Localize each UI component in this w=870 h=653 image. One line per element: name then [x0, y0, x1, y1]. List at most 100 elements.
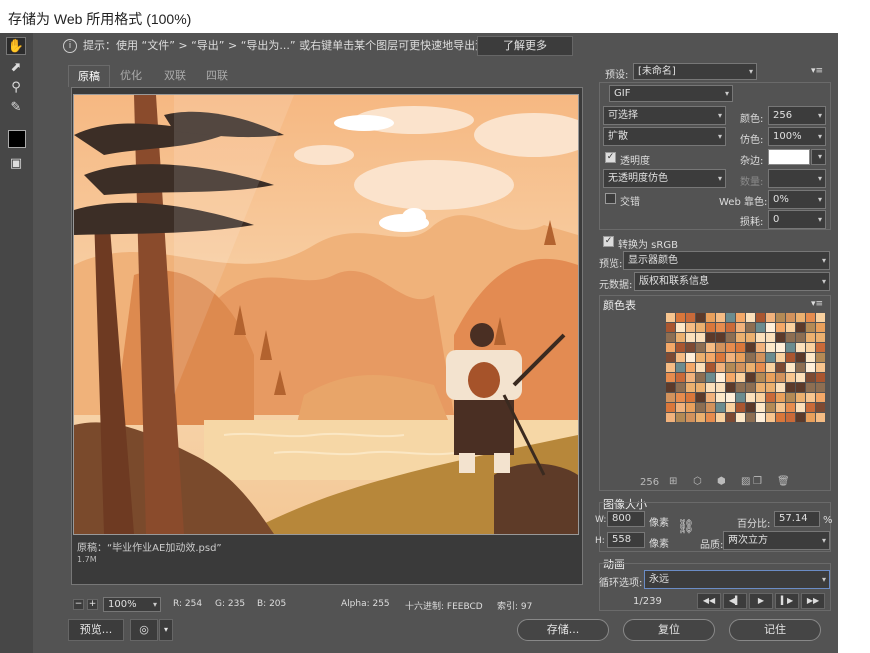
- color-table-swatch[interactable]: [676, 333, 685, 342]
- color-table-swatch[interactable]: [806, 373, 815, 382]
- color-table-swatch[interactable]: [686, 403, 695, 412]
- browser-select-icon[interactable]: ◎: [130, 619, 158, 641]
- color-table-swatch[interactable]: [706, 403, 715, 412]
- colors-select[interactable]: 256 ▾: [768, 106, 826, 125]
- color-table-swatch[interactable]: [706, 393, 715, 402]
- color-table-swatch[interactable]: [686, 353, 695, 362]
- color-table-swatch[interactable]: [716, 383, 725, 392]
- color-table-swatch[interactable]: [756, 333, 765, 342]
- color-table-swatch[interactable]: [766, 323, 775, 332]
- color-table-swatch[interactable]: [736, 343, 745, 352]
- color-table-swatch[interactable]: [696, 363, 705, 372]
- color-table-swatch[interactable]: [746, 363, 755, 372]
- color-table-swatch[interactable]: [696, 313, 705, 322]
- color-table-swatch[interactable]: [786, 333, 795, 342]
- color-table-swatch[interactable]: [726, 413, 735, 422]
- matte-dropdown[interactable]: ▾: [811, 149, 826, 165]
- color-table-swatch[interactable]: [776, 383, 785, 392]
- color-table-swatch[interactable]: [796, 333, 805, 342]
- color-table-swatch[interactable]: [696, 403, 705, 412]
- color-reduction-select[interactable]: 可选择 ▾: [603, 106, 726, 125]
- color-table-swatch[interactable]: [796, 323, 805, 332]
- color-table-swatch[interactable]: [726, 403, 735, 412]
- tab-4-up[interactable]: 四联: [196, 65, 238, 87]
- color-table-swatch[interactable]: [666, 353, 675, 362]
- percent-field[interactable]: 57.14: [774, 511, 820, 527]
- color-table-swatch[interactable]: [796, 373, 805, 382]
- color-table-swatch[interactable]: [676, 363, 685, 372]
- color-table-swatch[interactable]: [686, 363, 695, 372]
- color-table-swatch[interactable]: [816, 353, 825, 362]
- color-table-swatch[interactable]: [696, 343, 705, 352]
- color-table-swatch[interactable]: [676, 383, 685, 392]
- color-table-swatch[interactable]: [726, 393, 735, 402]
- preview-image[interactable]: [73, 94, 594, 535]
- color-table-swatch[interactable]: [766, 383, 775, 392]
- amount-select[interactable]: ▾: [768, 169, 826, 188]
- color-table-swatch[interactable]: [776, 343, 785, 352]
- color-table-swatch[interactable]: [786, 323, 795, 332]
- web-safe-icon[interactable]: ⬢: [717, 476, 726, 487]
- color-table-swatch[interactable]: [706, 313, 715, 322]
- color-table-swatch[interactable]: [786, 363, 795, 372]
- color-table-swatch[interactable]: [726, 363, 735, 372]
- color-table-swatch[interactable]: [736, 313, 745, 322]
- color-table-swatch[interactable]: [816, 383, 825, 392]
- hand-tool-icon[interactable]: ✋: [6, 37, 26, 55]
- color-table-swatch[interactable]: [716, 363, 725, 372]
- color-table-swatch[interactable]: [766, 393, 775, 402]
- color-table-swatch[interactable]: [796, 413, 805, 422]
- color-table-swatch[interactable]: [686, 313, 695, 322]
- color-table-swatch[interactable]: [816, 333, 825, 342]
- play-icon[interactable]: ▶: [749, 593, 773, 609]
- color-table-swatch[interactable]: [736, 373, 745, 382]
- transparency-checkbox[interactable]: ✓: [605, 152, 616, 163]
- color-table-swatch[interactable]: [686, 323, 695, 332]
- color-table-swatch[interactable]: [716, 373, 725, 382]
- color-table-swatch[interactable]: [746, 353, 755, 362]
- color-table-swatch[interactable]: [736, 393, 745, 402]
- color-table-swatch[interactable]: [716, 313, 725, 322]
- color-table-swatch[interactable]: [816, 363, 825, 372]
- color-table-swatch[interactable]: [776, 413, 785, 422]
- color-table-swatch[interactable]: [696, 383, 705, 392]
- color-table-swatch[interactable]: [686, 383, 695, 392]
- color-table-swatch[interactable]: [696, 333, 705, 342]
- previous-frame-icon[interactable]: ◀▍: [723, 593, 747, 609]
- color-table-swatch[interactable]: [716, 333, 725, 342]
- color-table-swatch[interactable]: [776, 353, 785, 362]
- color-table-swatch[interactable]: [756, 363, 765, 372]
- color-table-swatch[interactable]: [756, 353, 765, 362]
- color-table-swatch[interactable]: [806, 343, 815, 352]
- zoom-out-button[interactable]: −: [73, 599, 84, 610]
- interlaced-checkbox[interactable]: [605, 193, 616, 204]
- color-table-swatch[interactable]: [736, 383, 745, 392]
- color-table-swatch[interactable]: [696, 393, 705, 402]
- color-table-swatch[interactable]: [786, 353, 795, 362]
- color-table-swatch[interactable]: [756, 403, 765, 412]
- color-table-swatch[interactable]: [776, 363, 785, 372]
- color-table-swatch[interactable]: [726, 313, 735, 322]
- color-table-swatch[interactable]: [806, 323, 815, 332]
- color-table-swatch[interactable]: [676, 403, 685, 412]
- color-table-swatch[interactable]: [776, 313, 785, 322]
- color-table-swatch[interactable]: [676, 353, 685, 362]
- color-table-swatch[interactable]: [756, 383, 765, 392]
- eyedropper-color-swatch[interactable]: [8, 130, 26, 148]
- color-table-swatch[interactable]: [696, 323, 705, 332]
- color-table-swatch[interactable]: [666, 313, 675, 322]
- metadata-select[interactable]: 版权和联系信息 ▾: [634, 272, 830, 291]
- preset-menu-icon[interactable]: ▾≡: [811, 66, 823, 76]
- preview-in-browser-button[interactable]: 预览...: [68, 619, 124, 641]
- color-table-swatch[interactable]: [716, 393, 725, 402]
- color-table-swatch[interactable]: [676, 323, 685, 332]
- color-table-swatch[interactable]: [666, 363, 675, 372]
- color-table-swatch[interactable]: [816, 393, 825, 402]
- last-frame-icon[interactable]: ▶▶: [801, 593, 825, 609]
- color-table-swatch[interactable]: [696, 413, 705, 422]
- first-frame-icon[interactable]: ◀◀: [697, 593, 721, 609]
- color-table-swatch[interactable]: [806, 333, 815, 342]
- color-table-swatch[interactable]: [796, 363, 805, 372]
- color-table-swatch[interactable]: [736, 353, 745, 362]
- color-table-swatch[interactable]: [666, 323, 675, 332]
